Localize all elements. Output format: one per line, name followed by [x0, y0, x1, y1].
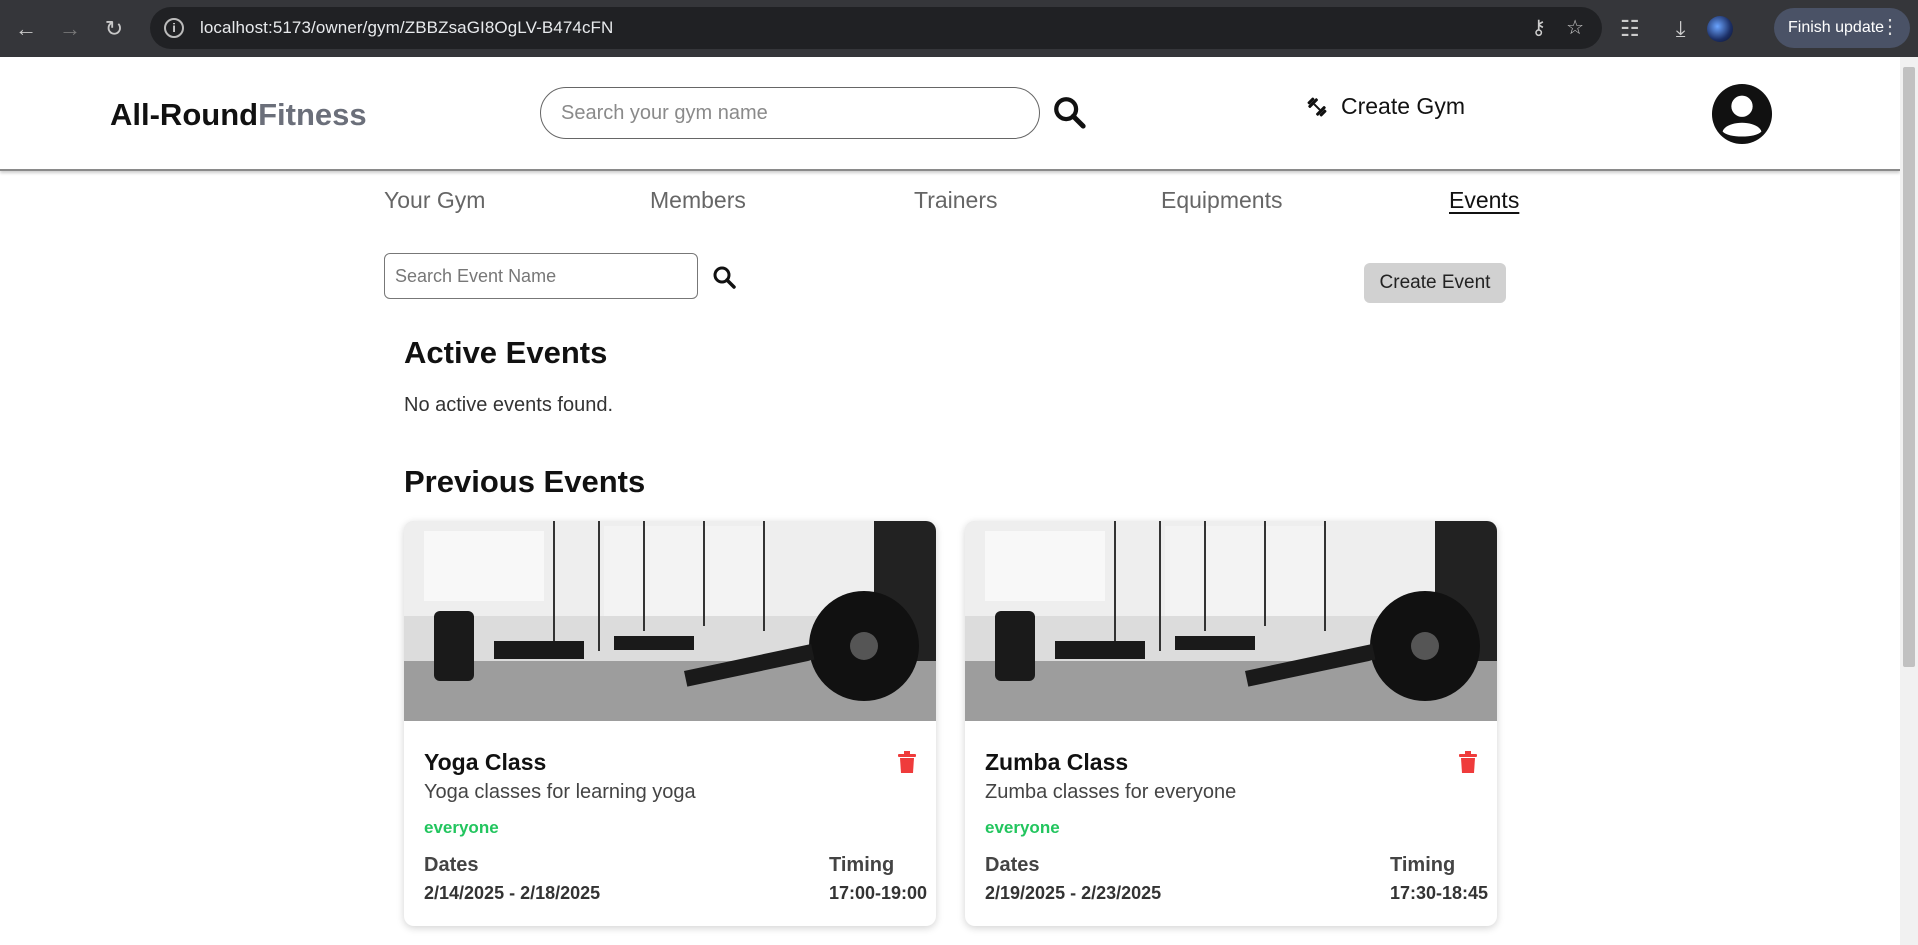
event-card: Zumba Class Zumba classes for everyone e…	[965, 521, 1497, 926]
event-search-input[interactable]	[384, 253, 698, 299]
event-title: Zumba Class	[985, 749, 1129, 775]
gym-search-input[interactable]	[540, 87, 1040, 139]
browser-toolbar: ← → ↻ i localhost:5173/owner/gym/ZBBZsaG…	[0, 0, 1918, 57]
active-events-heading: Active Events	[404, 335, 608, 370]
gym-photo	[404, 521, 936, 721]
scrollbar-thumb[interactable]	[1903, 67, 1915, 667]
tab-trainers[interactable]: Trainers	[914, 187, 998, 214]
logo-part-1: All-Round	[110, 97, 259, 132]
timing-value: 17:30-18:45	[1390, 883, 1489, 903]
tab-your-gym[interactable]: Your Gym	[384, 187, 485, 214]
create-gym-button[interactable]: Create Gym	[1305, 93, 1465, 120]
active-events-empty-message: No active events found.	[404, 394, 614, 416]
user-avatar-icon[interactable]	[1711, 83, 1773, 145]
timing-label: Timing	[1390, 854, 1456, 876]
dates-value: 2/14/2025 - 2/18/2025	[424, 883, 601, 903]
site-header: All-RoundFitness Create Gym	[0, 57, 1900, 171]
gym-photo	[965, 521, 1497, 721]
more-menu-icon[interactable]: ⋮	[1880, 14, 1900, 39]
dates-label: Dates	[985, 854, 1040, 876]
site-info-icon[interactable]: i	[164, 18, 184, 38]
timing-value: 17:00-19:00	[829, 883, 928, 903]
event-description: Zumba classes for everyone	[985, 781, 1237, 803]
trash-icon[interactable]	[1459, 751, 1477, 773]
back-icon[interactable]: ←	[4, 7, 48, 51]
event-audience-badge: everyone	[985, 818, 1060, 837]
finish-update-label: Finish update	[1788, 19, 1885, 36]
previous-events-heading: Previous Events	[404, 464, 646, 499]
site-logo[interactable]: All-RoundFitness	[110, 97, 367, 133]
reload-icon[interactable]: ↻	[92, 7, 136, 51]
password-key-icon[interactable]: ⚷	[1531, 15, 1546, 40]
bookmark-star-icon[interactable]: ☆	[1566, 15, 1584, 40]
event-description: Yoga classes for learning yoga	[424, 781, 696, 803]
event-search-icon[interactable]	[712, 265, 736, 289]
logo-part-2: Fitness	[258, 97, 367, 132]
tab-members[interactable]: Members	[650, 187, 746, 214]
create-event-button[interactable]: Create Event	[1364, 263, 1506, 303]
tab-equipments[interactable]: Equipments	[1161, 187, 1282, 214]
timing-label: Timing	[829, 854, 895, 876]
page-scrollbar[interactable]	[1900, 57, 1918, 945]
address-bar[interactable]: i localhost:5173/owner/gym/ZBBZsaGI8OgLV…	[150, 7, 1602, 49]
finish-update-button[interactable]: Finish update ⋮	[1774, 8, 1910, 48]
dates-value: 2/19/2025 - 2/23/2025	[985, 883, 1162, 903]
search-icon[interactable]	[1052, 95, 1086, 129]
event-title: Yoga Class	[424, 749, 547, 775]
forward-icon[interactable]: →	[48, 7, 92, 51]
event-card: Yoga Class Yoga classes for learning yog…	[404, 521, 936, 926]
page: All-RoundFitness Create Gym	[0, 57, 1900, 945]
dumbbell-icon	[1307, 97, 1327, 116]
create-gym-label: Create Gym	[1341, 93, 1465, 119]
extensions-icon[interactable]: ☷	[1620, 16, 1640, 42]
download-icon[interactable]: ⤓	[1676, 16, 1686, 42]
event-audience-badge: everyone	[424, 818, 499, 837]
trash-icon[interactable]	[898, 751, 916, 773]
dates-label: Dates	[424, 854, 479, 876]
gym-tabs: Your Gym Members Trainers Equipments Eve…	[0, 187, 1900, 227]
url-text[interactable]: localhost:5173/owner/gym/ZBBZsaGI8OgLV-B…	[200, 18, 613, 38]
profile-avatar-icon[interactable]	[1707, 15, 1734, 42]
tab-events[interactable]: Events	[1449, 187, 1519, 214]
